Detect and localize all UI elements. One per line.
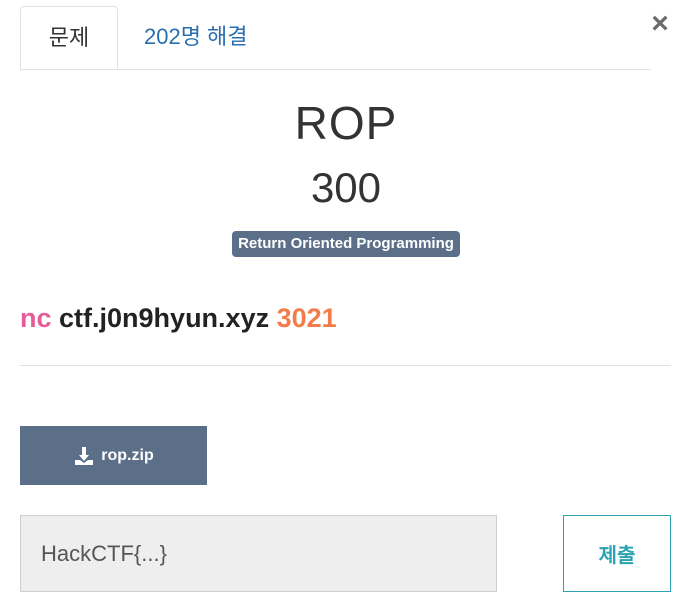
challenge-points: 300 — [310, 164, 382, 211]
category-tag-wrap: Return Oriented Programming — [0, 231, 692, 257]
tab-bar: 문제 202명 해결 — [20, 6, 651, 70]
challenge-description: nc ctf.j0n9hyun.xyz 3021 — [20, 303, 337, 334]
download-button[interactable]: rop.zip — [20, 426, 207, 485]
tab-problem[interactable]: 문제 — [20, 6, 118, 69]
tab-solves[interactable]: 202명 해결 — [132, 6, 272, 68]
challenge-modal: 문제 202명 해결 × ROP 300 Return Oriented Pro… — [0, 0, 692, 608]
divider — [20, 365, 671, 366]
flag-input[interactable] — [20, 515, 497, 592]
challenge-title: ROP — [294, 97, 398, 149]
port-text: 3021 — [276, 303, 337, 333]
download-icon — [75, 446, 94, 465]
download-label: rop.zip — [101, 446, 154, 464]
submit-button[interactable]: 제출 — [563, 515, 671, 592]
category-tag: Return Oriented Programming — [232, 231, 460, 257]
close-icon[interactable]: × — [646, 9, 674, 39]
command-text: nc — [20, 303, 52, 333]
host-text: ctf.j0n9hyun.xyz — [59, 303, 270, 333]
